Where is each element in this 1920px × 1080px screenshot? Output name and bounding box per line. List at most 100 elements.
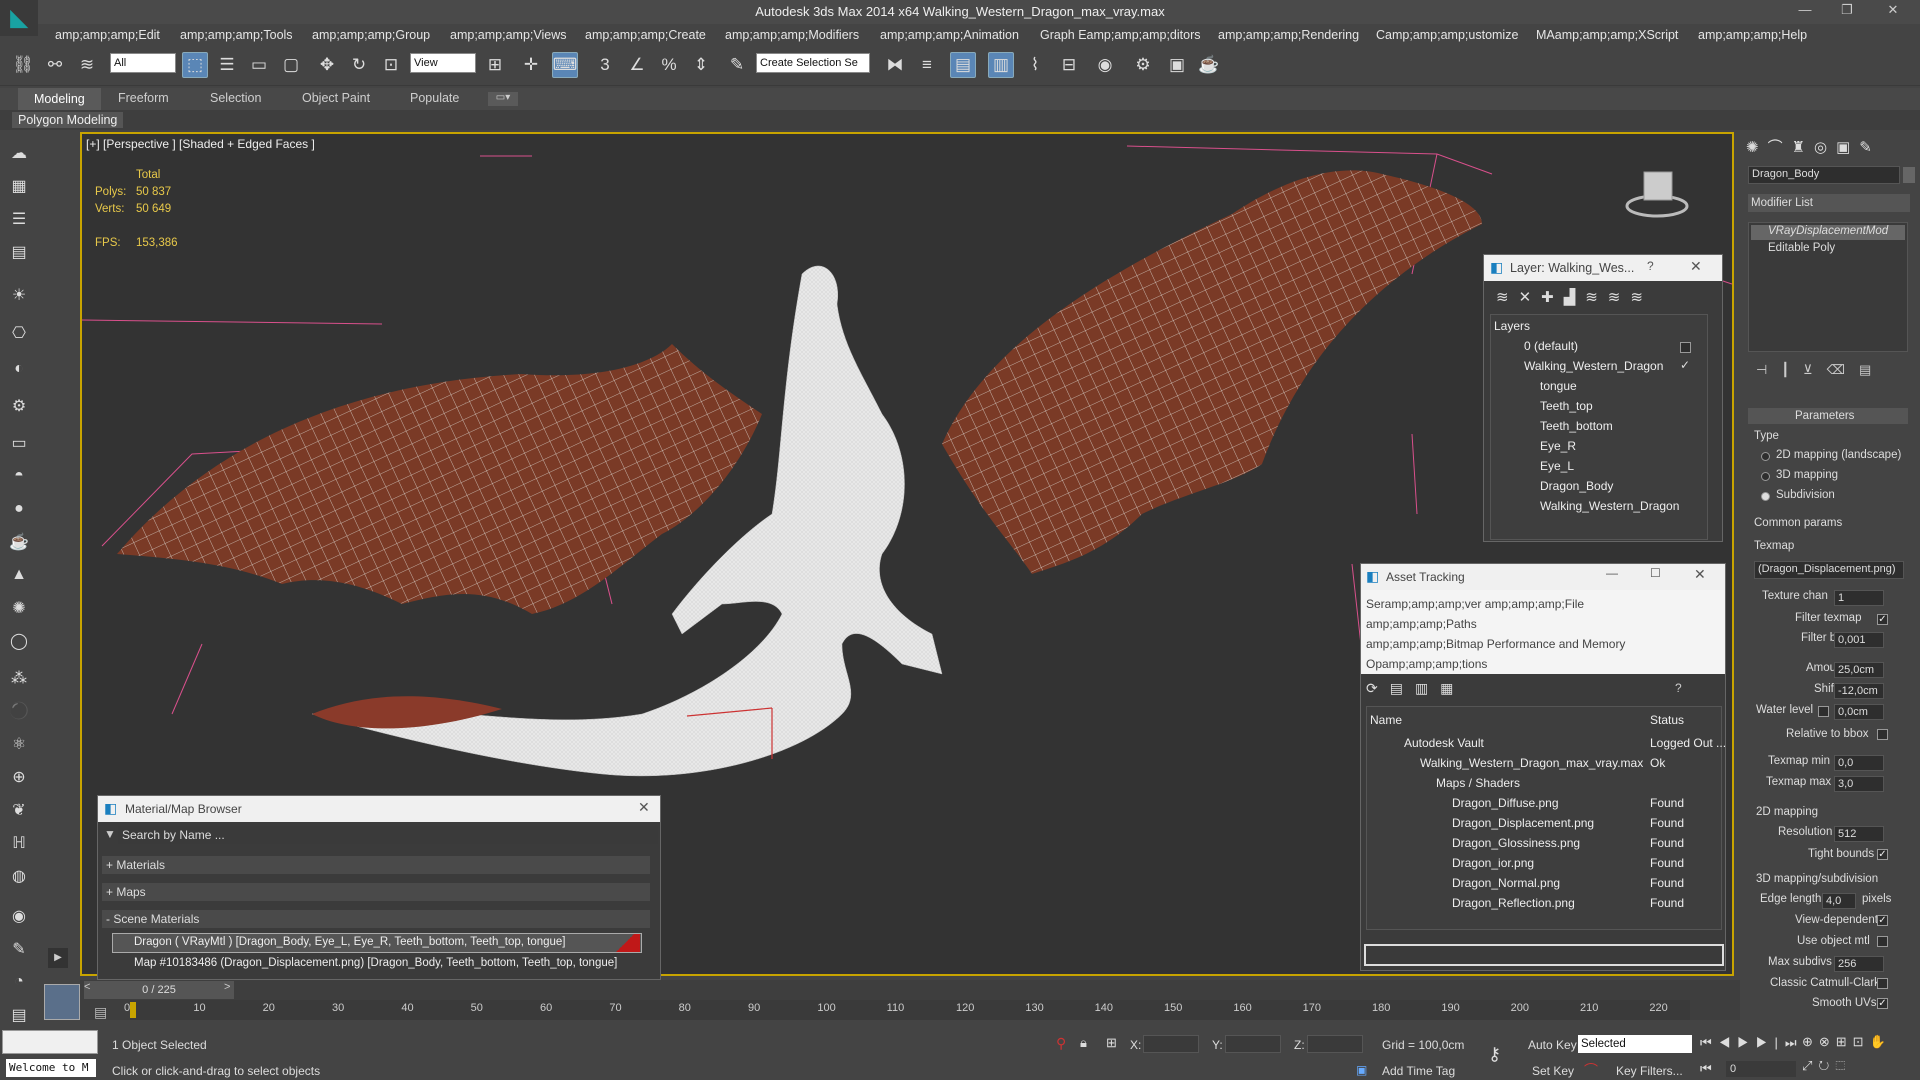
rotate-icon[interactable]: ↻ (346, 52, 372, 78)
mini-curve-toggle-icon[interactable] (44, 984, 80, 1020)
prev-frame-arrow-icon[interactable]: < (84, 981, 90, 993)
playback-controls-icons[interactable]: ⏮◀▶▶|⏭ (1700, 1035, 1804, 1051)
menu-modifiers[interactable]: amp;amp;amp;Modifiers (725, 28, 859, 42)
schematic-view-icon[interactable]: ⊟ (1056, 52, 1082, 78)
stack-item[interactable]: Editable Poly (1768, 242, 1835, 254)
asset-col-name[interactable]: Name (1370, 713, 1402, 727)
menu-maxscript[interactable]: MAamp;amp;amp;XScript (1536, 28, 1678, 42)
relative-bbox-checkbox[interactable] (1877, 729, 1888, 740)
auto-key-button[interactable]: Auto Key (1528, 1038, 1577, 1052)
menu-rendering[interactable]: amp;amp;amp;Rendering (1218, 28, 1359, 42)
asset-row-name[interactable]: Dragon_Normal.png (1452, 876, 1560, 890)
select-object-icon[interactable]: ⬚ (182, 52, 208, 78)
material-close-icon[interactable]: ✕ (638, 799, 650, 816)
tab-freeform[interactable]: Freeform (118, 91, 169, 105)
maxscript-input[interactable]: Welcome to M (6, 1059, 96, 1077)
light-icon[interactable]: ☀ (7, 284, 31, 306)
maxscript-listener[interactable] (2, 1030, 98, 1054)
menu-create[interactable]: amp;amp;amp;Create (585, 28, 706, 42)
layer-item[interactable]: 0 (default) (1524, 339, 1578, 353)
window-crossing-icon[interactable]: ▢ (278, 52, 304, 78)
asset-maximize-icon[interactable]: ☐ (1650, 566, 1661, 580)
teapot-icon[interactable]: ☕ (7, 531, 31, 553)
pivot-icon[interactable]: ⊞ (482, 52, 508, 78)
asset-row-name[interactable]: Dragon_Displacement.png (1452, 816, 1594, 830)
curve-editor-icon[interactable]: ⌇ (1022, 52, 1048, 78)
rock-icon[interactable]: ◍ (7, 865, 31, 887)
layer-item[interactable]: Teeth_bottom (1540, 419, 1613, 433)
viewport-label[interactable]: [+] [Perspective ] [Shaded + Edged Faces… (86, 137, 315, 151)
asset-row-name[interactable]: Dragon_ior.png (1452, 856, 1534, 870)
asset-row-name[interactable]: Walking_Western_Dragon_max_vray.max (1420, 756, 1643, 770)
asset-col-status[interactable]: Status (1650, 713, 1684, 727)
scene-explorer-icon[interactable]: ▥ (988, 52, 1014, 78)
resolution-spinner[interactable]: 512 (1834, 826, 1884, 842)
asset-menu-server-file[interactable]: Seramp;amp;amp;ver amp;amp;amp;File (1366, 597, 1584, 611)
key-mode-dropdown[interactable]: Selected (1578, 1035, 1692, 1053)
render-sphere-icon[interactable]: ◉ (7, 905, 31, 927)
edit-named-sets-icon[interactable]: ✎ (724, 52, 750, 78)
ref-coord-dropdown[interactable]: View (410, 53, 476, 73)
scene-materials-section[interactable]: - Scene Materials (102, 910, 650, 928)
expand-arrow-icon[interactable]: ▶ (48, 948, 68, 968)
filter-texmap-checkbox[interactable]: ✓ (1877, 614, 1888, 625)
materials-section[interactable]: + Materials (102, 856, 650, 874)
asset-path-field[interactable] (1364, 944, 1724, 966)
rendered-frame-icon[interactable]: ▣ (1164, 52, 1190, 78)
named-selection-dropdown[interactable]: Create Selection Se (756, 53, 870, 73)
current-frame-field[interactable]: 0 (1726, 1061, 1796, 1077)
mirror-icon[interactable]: ⧓ (882, 52, 908, 78)
scale-icon[interactable]: ⊡ (378, 52, 404, 78)
texmap-max-spinner[interactable]: 3,0 (1834, 776, 1884, 792)
percent-snap-icon[interactable]: % (656, 52, 682, 78)
y-coord-field[interactable] (1225, 1035, 1281, 1053)
particles-icon[interactable]: ⁂ (7, 667, 31, 689)
isolate-icon[interactable]: ⚲ (1056, 1035, 1066, 1052)
radio-subdivision[interactable] (1761, 492, 1770, 501)
sphere-icon[interactable]: ● (7, 498, 31, 520)
rect-selection-icon[interactable]: ▭ (246, 52, 272, 78)
time-tag-icon[interactable]: ▣ (1356, 1063, 1367, 1077)
globe-icon[interactable]: ⊕ (7, 766, 31, 788)
spinner-snap-icon[interactable]: ⇕ (688, 52, 714, 78)
viewport-nav-icons[interactable]: ⊕⊗⊞⊡✋⤢↻⬚ (1802, 1030, 1918, 1078)
box-icon[interactable]: ▭ (7, 432, 31, 454)
tight-bounds-checkbox[interactable]: ✓ (1877, 849, 1888, 860)
layer-item[interactable]: Eye_R (1540, 439, 1576, 453)
filter-icon[interactable]: ▼ (104, 827, 116, 841)
key-curve-icon[interactable]: ⌒ (1584, 1060, 1598, 1080)
layer-item[interactable]: Dragon_Body (1540, 479, 1613, 493)
asset-minimize-icon[interactable]: — (1606, 566, 1618, 580)
menu-animation[interactable]: amp;amp;amp;Animation (880, 28, 1019, 42)
map-item-label[interactable]: Map #10183486 (Dragon_Displacement.png) … (134, 957, 617, 969)
ribbon-options-icon[interactable]: ▭▾ (488, 92, 518, 106)
unlink-icon[interactable]: ⚯ (42, 52, 68, 78)
shift-spinner[interactable]: -12,0cm (1834, 683, 1884, 699)
maps-section[interactable]: + Maps (102, 883, 650, 901)
object-name-field[interactable]: Dragon_Body (1748, 166, 1900, 184)
list-icon[interactable]: ☰ (7, 208, 31, 230)
move-icon[interactable]: ✥ (314, 52, 340, 78)
camera-icon[interactable]: ⎔ (7, 322, 31, 344)
use-object-mtl-checkbox[interactable] (1877, 936, 1888, 947)
smooth-uvs-checkbox[interactable]: ✓ (1877, 998, 1888, 1009)
asset-row-name[interactable]: Dragon_Diffuse.png (1452, 796, 1559, 810)
table-icon[interactable]: ▤ (7, 241, 31, 263)
next-frame-arrow-icon[interactable]: > (224, 981, 230, 993)
lock-icon[interactable]: 🔒︎ (1080, 1035, 1087, 1051)
view-dependent-checkbox[interactable]: ✓ (1877, 915, 1888, 926)
cog-icon[interactable]: ⚙ (7, 395, 31, 417)
asset-close-icon[interactable]: ✕ (1694, 566, 1706, 583)
layer-close-icon[interactable]: ✕ (1690, 258, 1702, 275)
asset-menu-paths[interactable]: amp;amp;amp;Paths (1366, 617, 1477, 631)
material-editor-icon[interactable]: ◉ (1092, 52, 1118, 78)
viewcube-icon[interactable] (1622, 154, 1692, 224)
menu-group[interactable]: amp;amp;amp;Group (312, 28, 430, 42)
track-bar[interactable]: 0 10 20 30 40 50 60 70 80 90 100 110 120 130 140 150 160… (124, 1000, 1690, 1020)
stack-tools-icons[interactable]: ⊣┃⊻⌫▤ (1756, 362, 1885, 378)
snaps-toggle-icon[interactable]: 3 (592, 52, 618, 78)
amount-spinner[interactable]: 25,0cm (1834, 662, 1884, 678)
layer-item[interactable]: Walking_Western_Dragon (1540, 499, 1679, 513)
layer-item[interactable]: Eye_L (1540, 459, 1574, 473)
tab-modeling[interactable]: Modeling (18, 88, 101, 110)
